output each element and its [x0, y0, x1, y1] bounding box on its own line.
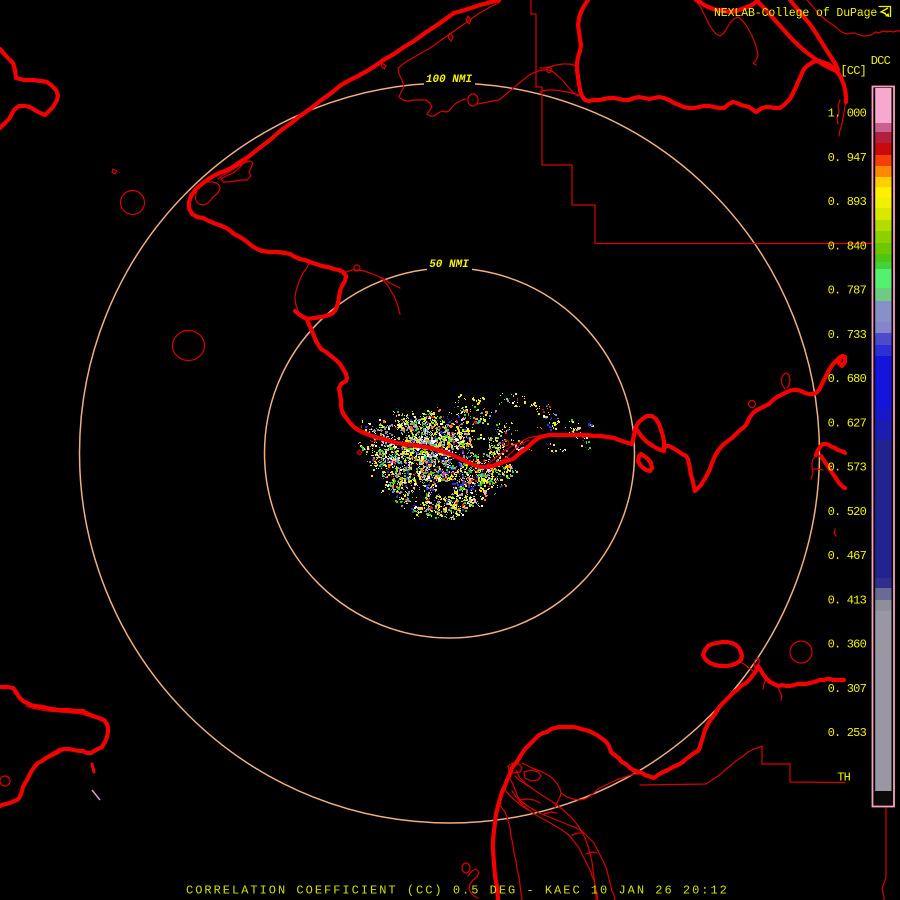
svg-text:0. 467: 0. 467: [828, 549, 867, 563]
svg-text:0. 307: 0. 307: [828, 682, 867, 696]
svg-text:0. 413: 0. 413: [828, 593, 867, 607]
svg-text:50 NMI: 50 NMI: [429, 259, 469, 271]
svg-text:0. 787: 0. 787: [828, 284, 867, 298]
svg-text:0. 893: 0. 893: [828, 195, 867, 209]
svg-text:0. 520: 0. 520: [828, 505, 867, 519]
svg-text:1. 000: 1. 000: [828, 107, 867, 121]
svg-text:0. 253: 0. 253: [828, 726, 867, 740]
svg-text:100 NMI: 100 NMI: [426, 74, 473, 86]
svg-text:CORRELATION COEFFICIENT (CC) 0: CORRELATION COEFFICIENT (CC) 0.5 DEG - K…: [186, 884, 729, 898]
svg-text:0. 947: 0. 947: [828, 151, 867, 165]
svg-text:NEXLAB-College of DuPage: NEXLAB-College of DuPage: [714, 7, 877, 20]
svg-text:0. 360: 0. 360: [828, 638, 867, 652]
svg-text:TH: TH: [837, 770, 850, 784]
svg-text:[CC]: [CC]: [840, 64, 866, 78]
svg-text:0. 627: 0. 627: [828, 416, 867, 430]
svg-text:0. 680: 0. 680: [828, 372, 867, 386]
svg-text:0. 733: 0. 733: [828, 328, 867, 342]
svg-text:0. 573: 0. 573: [828, 461, 867, 475]
svg-text:0. 840: 0. 840: [828, 239, 867, 253]
svg-text:DCC: DCC: [871, 54, 891, 68]
